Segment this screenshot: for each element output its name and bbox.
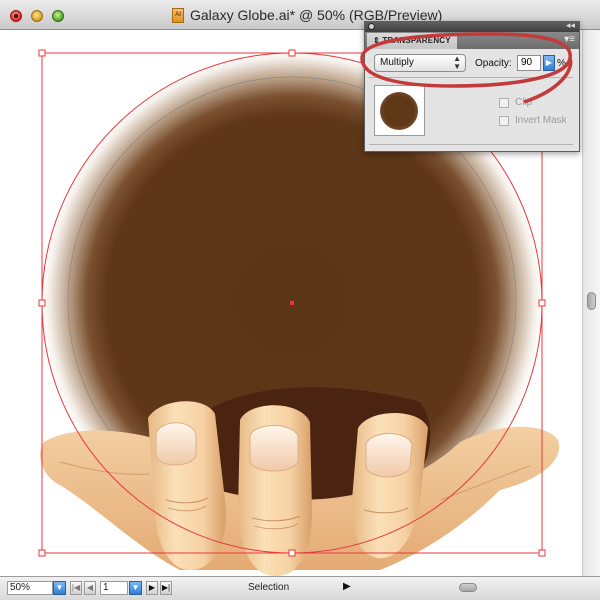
vertical-scroll-thumb[interactable] bbox=[587, 292, 596, 310]
selection-center-point bbox=[290, 301, 294, 305]
last-artboard-button[interactable]: ▶| bbox=[160, 581, 172, 595]
panel-tab-row: ⇕ TRANSPARENCY ▾≡ bbox=[365, 32, 579, 49]
close-window-button[interactable] bbox=[10, 10, 22, 22]
document-icon: AI bbox=[172, 8, 184, 23]
last-page-icon: ▶| bbox=[161, 583, 171, 592]
finger-middle[interactable] bbox=[238, 405, 312, 576]
chevron-down-icon: ▼ bbox=[131, 583, 140, 592]
next-artboard-button[interactable]: ▶ bbox=[146, 581, 158, 595]
horizontal-scroll-thumb[interactable] bbox=[459, 583, 477, 592]
opacity-label: Opacity: bbox=[475, 58, 512, 69]
panel-close-button[interactable] bbox=[368, 23, 375, 30]
tab-transparency[interactable]: ⇕ TRANSPARENCY bbox=[367, 33, 457, 49]
panel-divider bbox=[369, 77, 573, 78]
opacity-slider-button[interactable]: ▶ bbox=[543, 55, 555, 71]
chevron-right-icon: ▶ bbox=[545, 58, 553, 67]
thumbnail-globe-image bbox=[380, 92, 418, 130]
artboard-dropdown-button[interactable]: ▼ bbox=[129, 581, 142, 595]
close-icon bbox=[14, 14, 18, 18]
first-page-icon: |◀ bbox=[71, 583, 81, 592]
clip-checkbox[interactable] bbox=[499, 98, 509, 108]
chevron-down-icon: ▼ bbox=[55, 583, 64, 592]
previous-page-icon: ◀ bbox=[86, 583, 94, 592]
zoom-dropdown-button[interactable]: ▼ bbox=[53, 581, 66, 595]
first-artboard-button[interactable]: |◀ bbox=[70, 581, 82, 595]
minimize-window-button[interactable] bbox=[31, 10, 43, 22]
artboard-number-field[interactable]: 1 bbox=[100, 581, 128, 595]
blend-mode-value: Multiply bbox=[380, 57, 414, 68]
opacity-unit: % bbox=[557, 58, 566, 69]
previous-artboard-button[interactable]: ◀ bbox=[84, 581, 96, 595]
tab-transparency-label: TRANSPARENCY bbox=[382, 36, 451, 45]
invert-mask-checkbox[interactable] bbox=[499, 116, 509, 126]
current-tool-label[interactable]: Selection bbox=[248, 582, 289, 593]
transparency-panel: ◂◂ ⇕ TRANSPARENCY ▾≡ Multiply ▲ ▼ Opacity… bbox=[364, 20, 580, 152]
zoom-field[interactable]: 50% bbox=[7, 581, 53, 595]
opacity-input[interactable]: 90 bbox=[517, 55, 541, 71]
panel-title-strip[interactable]: ◂◂ bbox=[365, 20, 579, 32]
zoom-window-button[interactable] bbox=[52, 10, 64, 22]
tab-stepper-icon: ⇕ bbox=[373, 36, 383, 45]
status-menu-arrow-icon[interactable]: ▶ bbox=[343, 581, 351, 592]
panel-bottom-divider bbox=[369, 144, 573, 145]
blend-mode-select[interactable]: Multiply ▲ ▼ bbox=[374, 54, 466, 72]
panel-collapse-icon[interactable]: ◂◂ bbox=[566, 20, 575, 31]
select-arrows-icon: ▲ ▼ bbox=[453, 54, 461, 71]
vertical-scrollbar[interactable] bbox=[582, 30, 600, 576]
next-page-icon: ▶ bbox=[148, 583, 156, 592]
panel-menu-icon[interactable]: ▾≡ bbox=[564, 34, 575, 45]
clip-label: Clip bbox=[515, 97, 533, 108]
status-bar: 50% ▼ |◀ ◀ 1 ▼ ▶ ▶| Selection ▶ bbox=[0, 576, 600, 600]
object-thumbnail[interactable] bbox=[374, 85, 425, 136]
invert-mask-label: Invert Mask bbox=[515, 115, 567, 126]
